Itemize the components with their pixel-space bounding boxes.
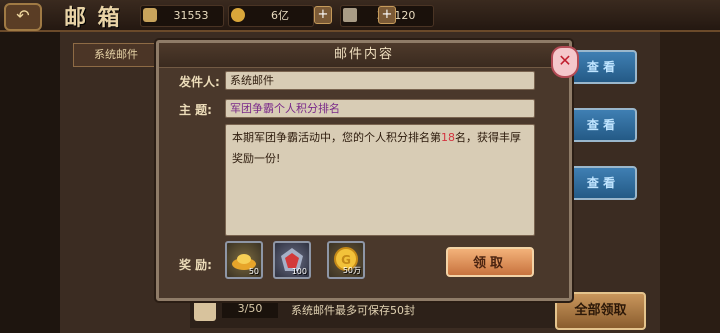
reward-qty: 100 [291,267,307,276]
troop-flag-icon [343,8,357,22]
view-button[interactable]: 查 看 [565,108,637,142]
mail-count: 3/50 [222,300,278,318]
add-troops-button[interactable]: + [378,6,396,24]
sender-label: 发件人: [179,75,220,89]
dialog-header: 邮件内容 [159,43,569,68]
close-x-icon: ✕ [558,51,572,70]
tab-system-mail[interactable]: 系统邮件 [73,43,159,67]
subject-field: 军团争霸个人积分排名 [225,99,535,118]
sender-field: 系统邮件 [225,71,535,90]
view-button[interactable]: 查 看 [565,166,637,200]
resource-coins: 31553 [140,5,224,27]
resource-value: 31553 [173,9,209,22]
dialog-title: 邮件内容 [333,47,394,62]
gold-coin-icon [231,8,245,22]
reward-qty: 50万 [342,266,361,275]
close-button[interactable]: ✕ [551,46,579,78]
reward-qty: 50 [248,267,259,276]
left-gutter [0,32,60,333]
page-title: 邮 箱 [64,5,122,31]
back-button[interactable]: ↶ [4,3,42,31]
storage-note: 系统邮件最多可保存50封 [291,304,415,317]
resource-value: 30/120 [363,6,429,26]
back-arrow-icon: ↶ [16,6,30,25]
claim-button[interactable]: 领取 [446,247,534,277]
rank-number: 18 [441,131,455,144]
mail-icon [194,299,216,321]
reward-item[interactable]: 50 [225,241,263,279]
resource-gold: 6亿 [228,5,314,27]
coin-stack-icon [143,8,157,22]
reward-item[interactable]: G 50万 [327,241,365,279]
resource-value: 6亿 [271,9,289,22]
mail-body: 本期军团争霸活动中，您的个人积分排名第18名，获得丰厚奖励一份! [225,124,535,236]
reward-label: 奖 励: [179,258,212,272]
add-gold-button[interactable]: + [314,6,332,24]
reward-item[interactable]: 100 [273,241,311,279]
subject-label: 主 题: [179,103,212,117]
body-text: 本期军团争霸活动中，您的个人积分排名第 [232,131,441,144]
